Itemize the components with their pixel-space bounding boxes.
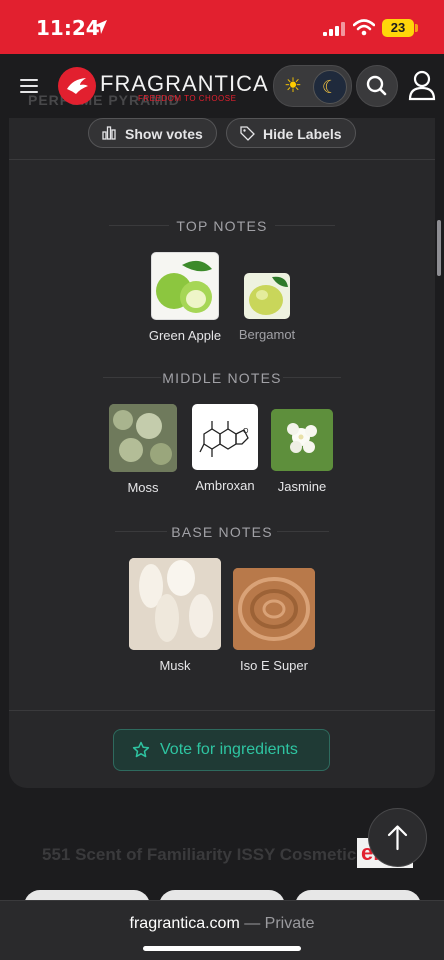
- search-icon: [366, 75, 387, 96]
- top-notes-title: TOP NOTES: [176, 218, 268, 234]
- base-notes-title: BASE NOTES: [171, 524, 273, 540]
- note-label: Green Apple: [148, 328, 222, 343]
- note-iso-e-super[interactable]: Iso E Super: [231, 568, 317, 673]
- star-icon: [132, 741, 150, 758]
- battery-tip: [415, 24, 418, 32]
- hide-labels-label: Hide Labels: [263, 126, 342, 142]
- moon-icon: ☾: [313, 70, 347, 104]
- middle-notes-title: MIDDLE NOTES: [162, 370, 282, 386]
- note-label: Ambroxan: [195, 478, 255, 493]
- scrollbar[interactable]: [437, 220, 441, 276]
- note-green-apple[interactable]: Green Apple: [143, 252, 227, 343]
- note-label: Jasmine: [277, 479, 327, 494]
- bar-chart-icon: [102, 126, 116, 140]
- note-musk[interactable]: Musk: [127, 558, 223, 673]
- jasmine-image: [271, 409, 333, 471]
- hide-labels-button[interactable]: Hide Labels: [226, 118, 356, 148]
- search-button[interactable]: [356, 65, 398, 107]
- url-separator: —: [239, 915, 265, 932]
- scroll-to-top-button[interactable]: [368, 808, 427, 867]
- wifi-icon: [353, 19, 375, 36]
- home-indicator[interactable]: [143, 946, 301, 951]
- green-apple-image: [151, 252, 219, 320]
- browser-address-bar[interactable]: fragrantica.com — Private: [0, 900, 444, 960]
- svg-text:O: O: [243, 428, 249, 435]
- show-votes-button[interactable]: Show votes: [88, 118, 217, 148]
- user-account-icon[interactable]: [405, 68, 439, 102]
- note-moss[interactable]: Moss: [105, 404, 181, 495]
- location-arrow-icon: [93, 20, 107, 34]
- moss-image: [109, 404, 177, 472]
- note-label: Iso E Super: [240, 658, 308, 673]
- top-navigation: PERFUME PYRAMID FRAGRANTICA FREEDOM TO C…: [0, 54, 444, 120]
- divider: [9, 710, 435, 711]
- note-label: Musk: [159, 658, 191, 673]
- vote-button-label: Vote for ingredients: [160, 741, 298, 758]
- sun-icon: ☀: [284, 75, 302, 97]
- show-votes-label: Show votes: [125, 126, 203, 142]
- tag-icon: [240, 126, 255, 141]
- bird-logo-icon: [67, 78, 88, 94]
- private-mode-label: Private: [264, 915, 315, 932]
- vote-for-ingredients-button[interactable]: Vote for ingredients: [113, 729, 330, 771]
- url-display[interactable]: fragrantica.com — Private: [0, 915, 444, 933]
- divider: [9, 159, 435, 160]
- note-ambroxan[interactable]: O Ambroxan: [186, 404, 264, 493]
- note-label: Bergamot: [238, 327, 296, 342]
- musk-image: [129, 558, 221, 650]
- fragrantica-logo[interactable]: [58, 67, 96, 105]
- battery-level: 23: [382, 19, 414, 37]
- iso-e-super-image: [233, 568, 315, 650]
- menu-icon[interactable]: [20, 79, 38, 93]
- theme-toggle[interactable]: ☀ ☾: [273, 65, 352, 107]
- note-bergamot[interactable]: Bergamot: [232, 273, 302, 342]
- cellular-signal-icon: [323, 22, 345, 36]
- note-jasmine[interactable]: Jasmine: [269, 409, 335, 494]
- arrow-up-icon: [387, 825, 408, 851]
- status-time: 11:24: [36, 16, 100, 40]
- note-label: Moss: [127, 480, 159, 495]
- bergamot-image: [244, 273, 290, 319]
- url-domain: fragrantica.com: [129, 915, 240, 932]
- perfume-pyramid-card: Show votes Hide Labels TOP NOTES Green A…: [9, 118, 435, 788]
- status-bar: 11:24 23: [0, 0, 444, 54]
- brand-tagline: FREEDOM TO CHOOSE: [138, 94, 237, 103]
- ambroxan-molecule-image: O: [192, 404, 258, 470]
- related-product-text[interactable]: 551 Scent of Familiarity ISSY Cosmetics: [42, 845, 366, 865]
